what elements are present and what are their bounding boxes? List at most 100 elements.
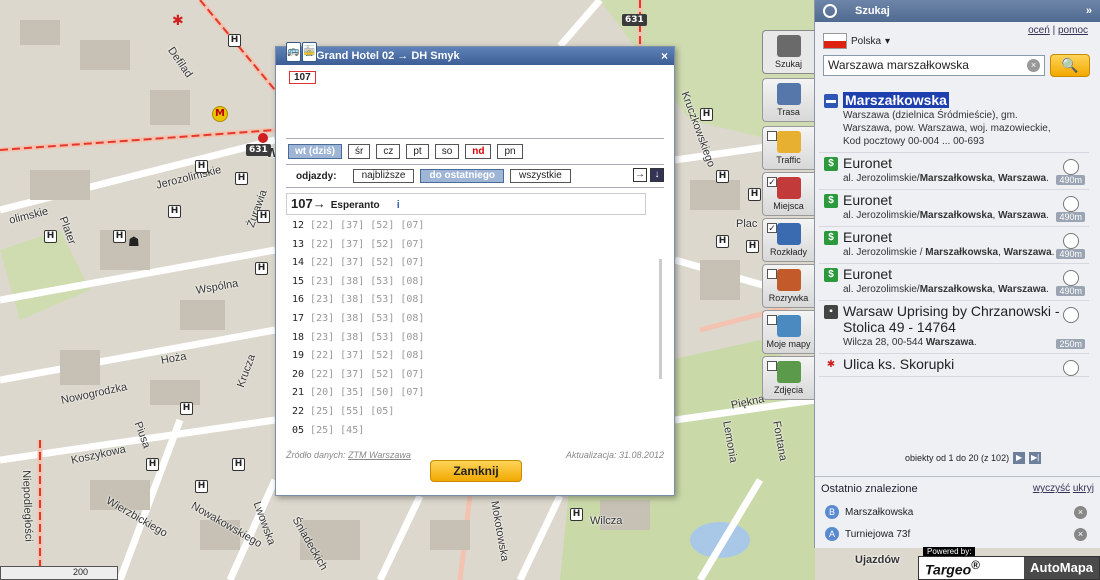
hotel-icon[interactable]: H (235, 172, 248, 185)
line-number-badge[interactable]: 107 (289, 71, 316, 84)
remove-icon[interactable]: × (1074, 527, 1087, 541)
hotel-icon[interactable]: H (746, 240, 759, 253)
collapse-icon[interactable]: » (1086, 0, 1092, 22)
tool-checkbox[interactable] (767, 131, 777, 141)
hotel-icon[interactable]: H (113, 230, 126, 243)
hotel-icon[interactable]: H (168, 205, 181, 218)
hotel-icon[interactable]: H (570, 508, 583, 521)
help-link[interactable]: pomoc (1058, 25, 1088, 36)
result-distance: 490m (1056, 212, 1085, 222)
departure-option[interactable]: najbliższe (352, 169, 415, 183)
tool-checkbox[interactable]: ✓ (767, 177, 777, 187)
info-icon[interactable]: i (397, 199, 400, 211)
next-page-icon[interactable]: ▶ (1013, 452, 1026, 464)
tool-checkbox[interactable] (767, 315, 777, 325)
remove-icon[interactable]: × (1074, 505, 1087, 519)
hotel-icon[interactable]: H (716, 170, 729, 183)
hotel-icon[interactable]: H (195, 160, 208, 173)
tool-checkbox[interactable]: ✓ (767, 223, 777, 233)
hotel-icon[interactable]: H (44, 230, 57, 243)
panel-titlebar[interactable]: Szukaj » (815, 0, 1100, 22)
tool-tab-2[interactable]: Trasa (762, 78, 814, 122)
tool-icon (776, 223, 801, 245)
tool-checkbox[interactable] (767, 269, 777, 279)
tool-tab-8[interactable]: Zdjęcia (762, 356, 814, 400)
tool-tab-1[interactable]: Szukaj (762, 30, 814, 74)
location-marker-icon[interactable] (258, 133, 268, 143)
search-button[interactable]: 🔍 (1050, 54, 1090, 77)
search-result[interactable]: $ Euronet al. Jerozolimskie/Marszałkowska,… (819, 190, 1089, 227)
recent-item[interactable]: A Turniejowa 73f × (825, 524, 1093, 544)
clear-icon[interactable]: × (1027, 59, 1040, 72)
day-tab[interactable]: wt (dziś) (288, 144, 342, 159)
last-page-icon[interactable]: ▶| (1029, 452, 1042, 464)
data-source-link[interactable]: ZTM Warszawa (348, 450, 411, 460)
dialog-close-icon[interactable]: × (661, 47, 668, 65)
recent-badge: A (825, 527, 839, 541)
search-result[interactable]: $ Euronet al. Jerozolimskie / Marszałkowsk… (819, 227, 1089, 264)
departure-option[interactable]: do ostatniego (420, 169, 505, 183)
arrow-right-icon[interactable]: → (633, 168, 647, 182)
tool-icon (776, 83, 801, 105)
result-address: al. Jerozolimskie/Marszałkowska, Warszaw… (843, 284, 1049, 295)
day-tab[interactable]: nd (465, 144, 492, 159)
timetable-minutes: [22] [37] [52] [07] (310, 220, 425, 231)
arrow-down-icon[interactable]: ↓ (650, 168, 664, 182)
dollar-icon: $ (824, 194, 838, 208)
hotel-icon[interactable]: H (700, 108, 713, 121)
timetable-minutes: [23] [38] [53] [08] (310, 331, 425, 343)
search-result[interactable]: ✱ Ulica ks. Skorupki (819, 354, 1089, 377)
metro-icon[interactable]: M (212, 106, 228, 122)
scrollbar-thumb[interactable] (659, 259, 662, 379)
rate-link[interactable]: oceń (1028, 25, 1050, 36)
search-input[interactable]: Warszawa marszałkowska × (823, 55, 1045, 76)
hotel-icon[interactable]: H (180, 402, 193, 415)
search-icon: 🔍 (1061, 57, 1079, 73)
chevron-down-icon: ▾ (885, 35, 891, 47)
hotel-icon[interactable]: H (255, 262, 268, 275)
country-selector[interactable]: Polska ▾ (823, 33, 890, 49)
close-button[interactable]: Zamknij (430, 460, 522, 482)
tool-tab-6[interactable]: Rozrywka (762, 264, 814, 308)
day-tab[interactable]: cz (376, 144, 401, 159)
day-tab[interactable]: pn (497, 144, 523, 159)
tool-label: Rozrywka (768, 293, 809, 303)
hotel-icon[interactable]: H (195, 480, 208, 493)
hotel-icon[interactable]: H (257, 210, 270, 223)
day-tab[interactable]: so (434, 144, 460, 159)
search-result[interactable]: ▪ Warsaw Uprising by Chrzanowski - Stolic… (819, 301, 1089, 354)
tool-tab-3[interactable]: Traffic (762, 126, 814, 170)
hotel-icon[interactable]: H (146, 458, 159, 471)
timetable-minutes: [23] [38] [53] [08] (310, 294, 425, 306)
tool-tab-7[interactable]: Moje mapy (762, 310, 814, 354)
update-date: Aktualizacja: 31.08.2012 (565, 450, 664, 460)
hotel-icon[interactable]: H (716, 235, 729, 248)
timetable-minutes: [22] [37] [52] [08] (310, 350, 425, 362)
search-results: ▬ Marszałkowska Warszawa (dzielnica Śródmi… (819, 90, 1089, 450)
tool-tab-4[interactable]: ✓ Miejsca (762, 172, 814, 216)
timetable-row: 15 [23] [38] [53] [08] (286, 273, 664, 292)
hotel-icon[interactable]: H (232, 458, 245, 471)
hotel-icon[interactable]: H (748, 188, 761, 201)
route-line-number: 107 (291, 196, 313, 211)
powered-by-logo[interactable]: Powered by: Targeo® AutoMapa (918, 547, 1100, 580)
tool-checkbox[interactable] (767, 361, 777, 371)
search-result[interactable]: ▬ Marszałkowska Warszawa (dzielnica Śródmi… (819, 90, 1089, 153)
hotel-icon[interactable]: H (228, 34, 241, 47)
departure-option[interactable]: wszystkie (510, 169, 571, 183)
search-result[interactable]: $ Euronet al. Jerozolimskie/Marszałkowska,… (819, 264, 1089, 301)
theater-icon[interactable]: ☗ (128, 234, 140, 250)
clear-recent-link[interactable]: wyczyść (1033, 483, 1070, 494)
recent-item[interactable]: B Marszałkowska × (825, 502, 1093, 522)
hide-recent-link[interactable]: ukryj (1073, 483, 1094, 494)
day-tab[interactable]: pt (406, 144, 429, 159)
map-scale-bar: 200 (0, 566, 118, 580)
star-icon[interactable]: ✱ (172, 12, 184, 29)
timetable-list[interactable]: 12 [22] [37] [52] [07] 13 [22] [37] [52] [0… (286, 217, 664, 445)
timetable-scrollbar[interactable] (659, 217, 665, 445)
day-tab[interactable]: śr (348, 144, 371, 159)
search-result[interactable]: $ Euronet al. Jerozolimskie/Marszałkowska,… (819, 153, 1089, 190)
dialog-titlebar[interactable]: 🚌 🚋 Grand Hotel 02 → DH Smyk × (276, 42, 674, 65)
search-panel: Szukaj » oceń | pomoc Polska ▾ Warszawa … (814, 0, 1100, 548)
tool-tab-5[interactable]: ✓ Rozkłady (762, 218, 814, 262)
